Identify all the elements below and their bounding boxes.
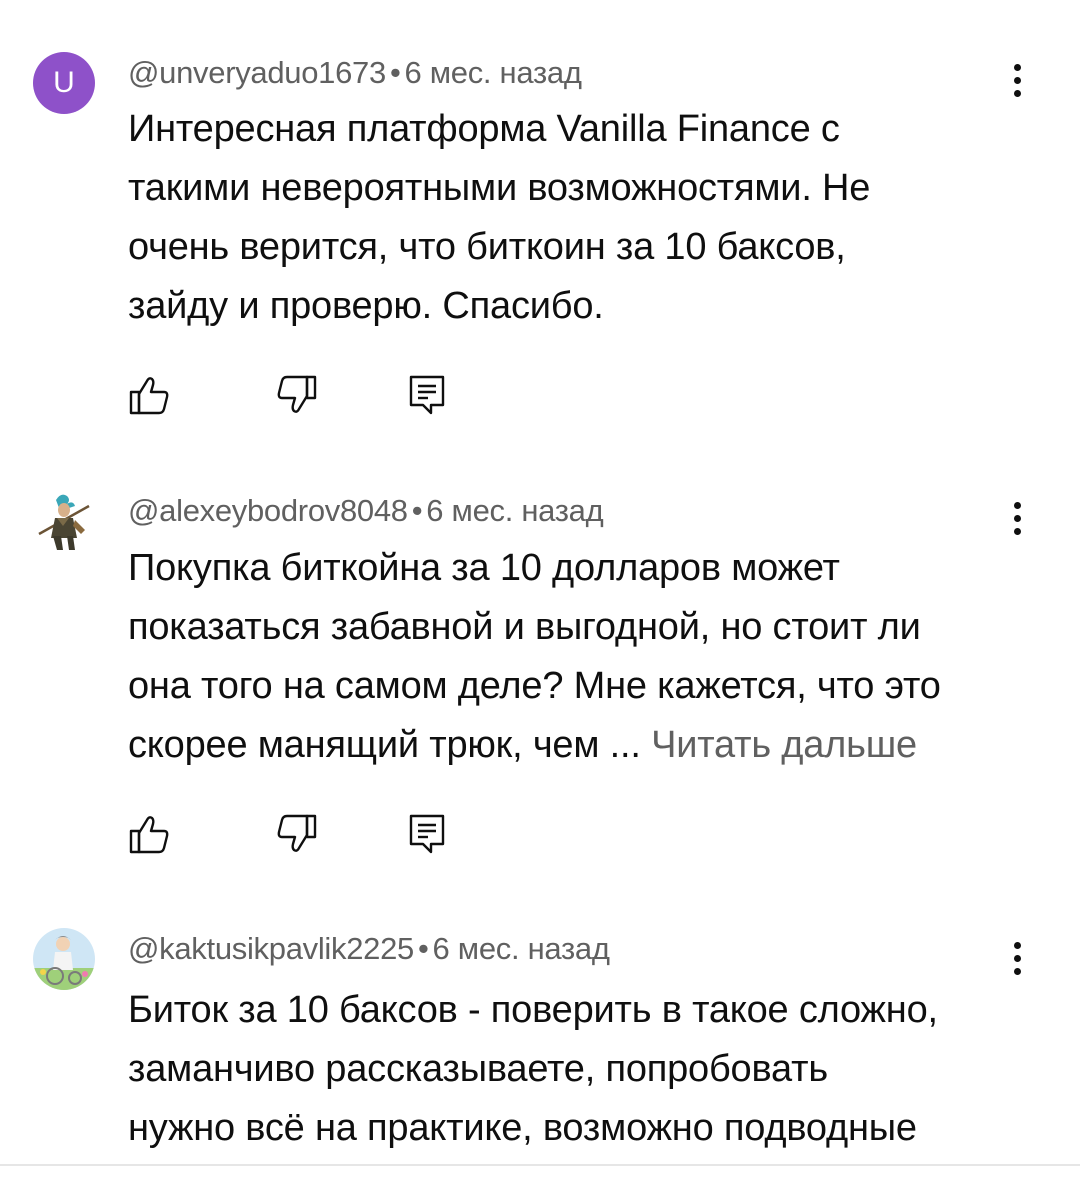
comment-text: Интересная платформа Vanilla Finance с т… <box>128 100 1028 336</box>
thumb-up-icon[interactable] <box>128 812 172 856</box>
comment-time: 6 мес. назад <box>404 55 582 90</box>
meta-separator: • <box>389 55 401 90</box>
avatar[interactable] <box>33 928 95 990</box>
more-vert-icon[interactable] <box>1000 56 1034 104</box>
cartoon-avatar-image <box>33 928 95 990</box>
more-vert-icon[interactable] <box>1000 934 1034 982</box>
avatar[interactable] <box>33 490 95 552</box>
meta-separator: • <box>411 493 423 528</box>
thumb-up-icon[interactable] <box>128 373 172 417</box>
comment-line: Биток за 10 баксов - поверить в такое сл… <box>128 989 938 1031</box>
comment-line: нужно всё на практике, возможно подводны… <box>128 1107 917 1149</box>
comment-meta: @alexeybodrov8048 • 6 мес. назад <box>128 493 604 529</box>
reply-icon[interactable] <box>406 812 450 856</box>
bottom-divider <box>0 1164 1080 1166</box>
comment-line: зайду и проверю. Спасибо. <box>128 285 604 327</box>
author-name[interactable]: @alexeybodrov8048 <box>128 493 408 528</box>
comment-line: она того на самом деле? Мне кажется, что… <box>128 665 941 707</box>
author-name[interactable]: @kaktusikpavlik2225 <box>128 931 414 966</box>
author-name[interactable]: @unveryaduo1673 <box>128 55 386 90</box>
comment-time: 6 мес. назад <box>432 931 610 966</box>
comment-line: показаться забавной и выгодной, но стоит… <box>128 606 921 648</box>
thumb-down-icon[interactable] <box>274 812 318 856</box>
comment-line: Интересная платформа Vanilla Finance с <box>128 108 840 150</box>
avatar[interactable]: U <box>33 52 95 114</box>
comment-meta: @unveryaduo1673 • 6 мес. назад <box>128 55 582 91</box>
comment-line: скорее манящий трюк, чем ... Читать даль… <box>128 716 1028 775</box>
thumb-down-icon[interactable] <box>274 373 318 417</box>
reply-icon[interactable] <box>406 373 450 417</box>
comment-text: Биток за 10 баксов - поверить в такое сл… <box>128 981 1028 1158</box>
comment-line: Покупка биткойна за 10 долларов может <box>128 547 840 589</box>
comment-line: заманчиво рассказываете, попробовать <box>128 1048 828 1090</box>
comment-text: Покупка биткойна за 10 долларов может по… <box>128 539 1028 775</box>
meta-separator: • <box>417 931 429 966</box>
comment-time: 6 мес. назад <box>426 493 604 528</box>
comment-line: очень верится, что биткоин за 10 баксов, <box>128 226 846 268</box>
more-vert-icon[interactable] <box>1000 494 1034 542</box>
warrior-avatar-image <box>33 490 95 552</box>
comment-meta: @kaktusikpavlik2225 • 6 мес. назад <box>128 931 610 967</box>
comment-line: такими невероятными возможностями. Не <box>128 167 871 209</box>
comments-page: U @unveryaduo1673 • 6 мес. назад Интересна… <box>0 0 1080 1178</box>
read-more-link[interactable]: Читать дальше <box>651 724 917 766</box>
comment-truncated-text: скорее манящий трюк, чем ... <box>128 724 641 766</box>
